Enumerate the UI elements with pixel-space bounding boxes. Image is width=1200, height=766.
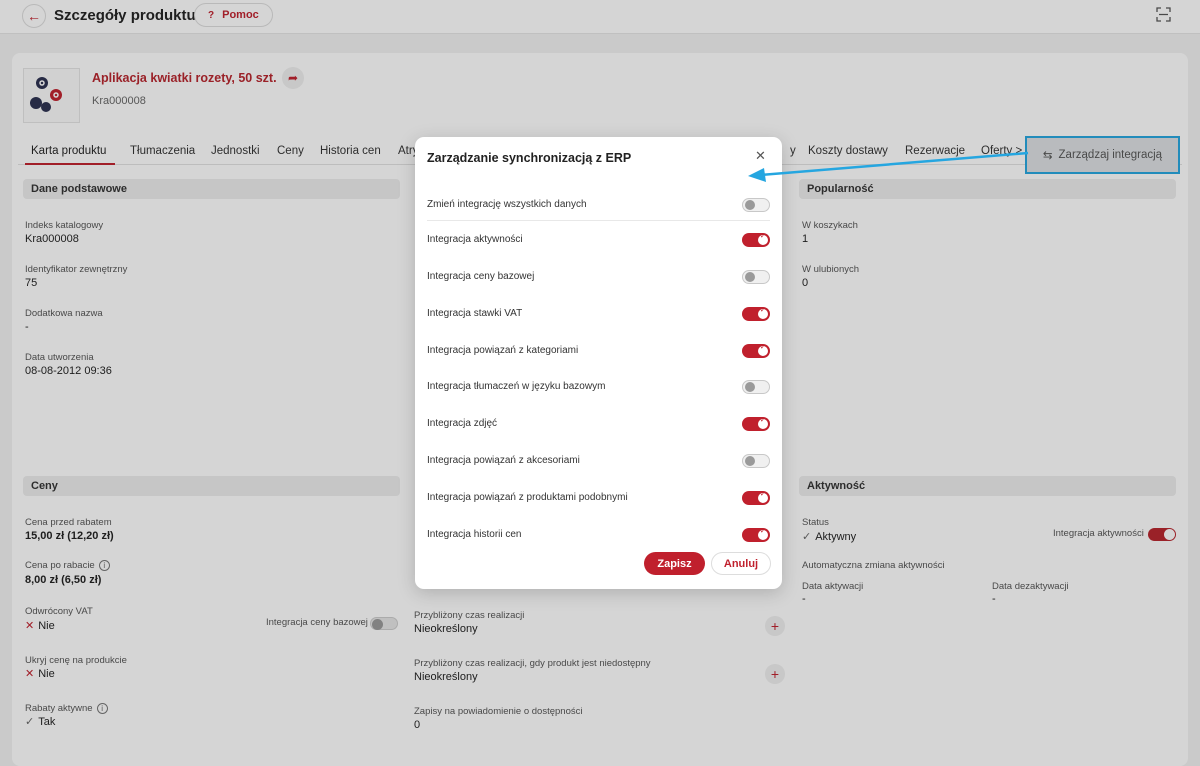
modal-row-vat: Integracja stawki VAT [427,305,770,325]
modal-row-activity: Integracja aktywności [427,231,770,251]
toggle-price-history-integration[interactable] [742,527,770,542]
modal-row-label: Integracja historii cen [427,529,522,540]
modal-row-images: Integracja zdjęć [427,415,770,435]
toggle-vat-integration[interactable] [742,306,770,321]
toggle-similar-integration[interactable] [742,490,770,505]
toggle-activity-integration[interactable] [742,232,770,247]
modal-row-price-history: Integracja historii cen [427,526,770,546]
modal-title: Zarządzanie synchronizacją z ERP [427,151,632,165]
modal-row-label: Integracja stawki VAT [427,308,523,319]
toggle-translations-integration[interactable] [742,380,770,394]
modal-row-base-price: Integracja ceny bazowej [427,268,770,288]
modal-row-label: Integracja aktywności [427,234,523,245]
modal-row-label: Integracja ceny bazowej [427,271,535,282]
modal-row-label: Integracja powiązań z produktami podobny… [427,492,628,503]
modal-row-label: Integracja zdjęć [427,418,498,429]
toggle-images-integration[interactable] [742,416,770,431]
toggle-categories-integration[interactable] [742,343,770,358]
modal-row-label: Integracja powiązań z kategoriami [427,345,579,356]
modal-row-categories: Integracja powiązań z kategoriami [427,342,770,362]
modal-row-similar: Integracja powiązań z produktami podobny… [427,489,770,509]
toggle-all-integration[interactable] [742,198,770,212]
modal-divider [427,220,770,221]
modal-row-accessories: Integracja powiązań z akcesoriami [427,452,770,472]
toggle-base-price-integration[interactable] [742,270,770,284]
modal-row-label: Zmień integrację wszystkich danych [427,199,587,210]
modal-row-label: Integracja powiązań z akcesoriami [427,455,580,466]
save-button[interactable]: Zapisz [644,552,705,575]
modal-row-label: Integracja tłumaczeń w języku bazowym [427,381,606,392]
close-icon[interactable]: ✕ [755,148,766,164]
erp-sync-modal: Zarządzanie synchronizacją z ERP ✕ Zmień… [415,137,782,589]
cancel-button[interactable]: Anuluj [711,552,771,575]
modal-row-all: Zmień integrację wszystkich danych [427,196,770,216]
toggle-accessories-integration[interactable] [742,454,770,468]
modal-row-translations: Integracja tłumaczeń w języku bazowym [427,378,770,398]
